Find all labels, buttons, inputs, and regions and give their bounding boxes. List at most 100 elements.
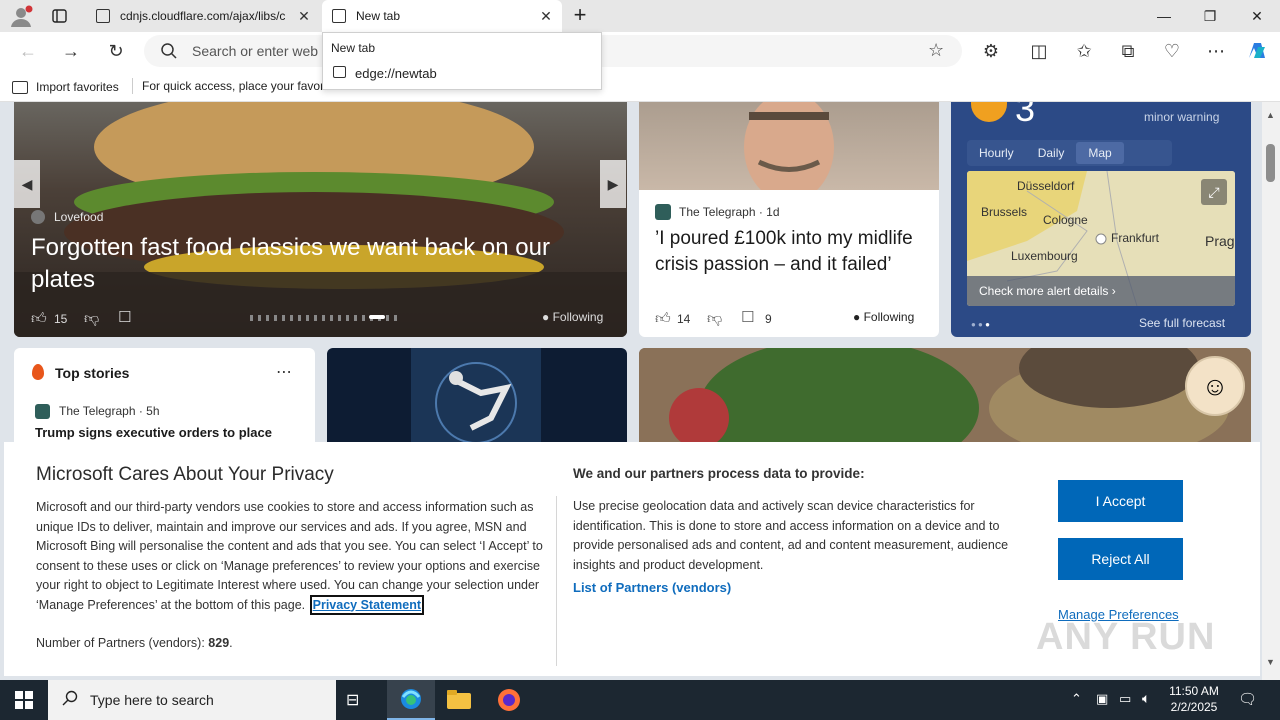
map-city: Luxembourg bbox=[1011, 249, 1078, 263]
source-logo bbox=[31, 210, 45, 224]
extensions-icon[interactable]: ⚙ bbox=[976, 36, 1006, 66]
split-screen-icon[interactable]: ◫ bbox=[1024, 36, 1054, 66]
like-icon[interactable]: 👍︎ bbox=[31, 310, 47, 328]
clock[interactable]: 11:50 AM 2/2/2025 bbox=[1166, 683, 1222, 715]
data-purpose-title: We and our partners process data to prov… bbox=[573, 466, 865, 481]
hero-like-count: 15 bbox=[54, 312, 68, 326]
tab-actions-icon[interactable] bbox=[50, 7, 70, 25]
like-icon[interactable]: 👍︎ bbox=[655, 310, 671, 328]
anyrun-watermark: ANY RUN bbox=[1036, 616, 1216, 658]
dislike-icon[interactable]: 👎︎ bbox=[707, 310, 722, 328]
collections-icon[interactable]: ⧉ bbox=[1113, 36, 1143, 66]
top-story-headline[interactable]: Trump signs executive orders to place bbox=[35, 425, 305, 440]
alert-details-label: Check more alert details bbox=[979, 284, 1109, 298]
restore-icon[interactable]: ❐ bbox=[1187, 0, 1233, 32]
copilot-icon[interactable] bbox=[1245, 40, 1269, 62]
dropdown-header: New tab bbox=[331, 41, 376, 55]
taskbar-search-box[interactable]: Type here to search bbox=[48, 680, 336, 720]
network-icon[interactable]: ▭ bbox=[1119, 691, 1131, 707]
refresh-icon[interactable]: ↻ bbox=[101, 36, 131, 66]
show-hidden-icons[interactable]: ⌃ bbox=[1071, 691, 1082, 707]
comment-icon[interactable]: ☐ bbox=[741, 308, 754, 326]
map-city: Düsseldorf bbox=[1017, 179, 1075, 193]
weather-tabs: Hourly Daily Map bbox=[967, 140, 1172, 166]
story-card[interactable]: The Telegraph · 1d ’I poured £100k into … bbox=[639, 102, 939, 337]
hero-source: Lovefood bbox=[54, 210, 104, 224]
favorites-bar: Import favorites For quick access, place… bbox=[0, 70, 1280, 102]
check-circle-icon: ● bbox=[853, 310, 861, 324]
privacy-consent-banner: Microsoft Cares About Your Privacy Micro… bbox=[4, 442, 1260, 676]
scroll-down-icon[interactable]: ▼ bbox=[1266, 657, 1275, 667]
address-input[interactable]: Search or enter web bbox=[192, 43, 318, 59]
tab-map[interactable]: Map bbox=[1076, 142, 1124, 164]
chef-avatar[interactable]: ☺ bbox=[1185, 356, 1245, 416]
file-explorer-icon[interactable] bbox=[447, 690, 471, 710]
top-stories-title: Top stories bbox=[55, 365, 130, 381]
more-menu-icon[interactable]: ⋯ bbox=[1201, 36, 1231, 66]
alert-details-link[interactable]: Check more alert details › bbox=[967, 276, 1235, 306]
close-tab-icon[interactable]: ✕ bbox=[536, 8, 556, 25]
more-options-icon[interactable]: ⋯ bbox=[276, 362, 292, 382]
map-city: Cologne bbox=[1043, 213, 1088, 227]
telegraph-logo bbox=[655, 204, 671, 220]
tab-cdnjs[interactable]: cdnjs.cloudflare.com/ajax/libs/c ✕ bbox=[86, 0, 320, 32]
partners-count-row: Number of Partners (vendors): 829. bbox=[36, 634, 233, 654]
carousel-prev-button[interactable]: ◀ bbox=[14, 160, 40, 208]
reject-all-button[interactable]: Reject All bbox=[1058, 538, 1183, 580]
favorites-hint: For quick access, place your favori bbox=[142, 79, 327, 93]
page-icon bbox=[96, 9, 110, 23]
import-favorites-button[interactable]: Import favorites bbox=[12, 78, 119, 96]
favorite-star-icon[interactable]: ☆ bbox=[928, 40, 944, 61]
story-following[interactable]: ● Following bbox=[853, 310, 914, 324]
page-icon bbox=[333, 66, 346, 78]
story-like-count: 14 bbox=[677, 312, 691, 326]
tab-daily[interactable]: Daily bbox=[1026, 146, 1077, 160]
start-button[interactable] bbox=[0, 680, 48, 720]
weather-temp: 3 bbox=[1015, 102, 1036, 129]
full-forecast-link[interactable]: See full forecast bbox=[1139, 316, 1225, 330]
volume-icon[interactable]: 🔈︎ bbox=[1142, 690, 1150, 707]
scroll-up-icon[interactable]: ▲ bbox=[1266, 110, 1275, 120]
expand-icon[interactable]: ⤢ bbox=[1201, 179, 1227, 205]
clock-time: 11:50 AM bbox=[1169, 684, 1219, 698]
consent-divider bbox=[556, 496, 557, 666]
device-icon[interactable]: ▣ bbox=[1096, 691, 1108, 707]
consent-body-text: Microsoft and our third-party vendors us… bbox=[36, 500, 543, 612]
forward-icon[interactable]: → bbox=[56, 36, 86, 66]
story-headline[interactable]: ’I poured £100k into my midlife crisis p… bbox=[655, 226, 925, 278]
hero-card[interactable]: ◀ ▶ Lovefood Forgotten fast food classic… bbox=[14, 102, 627, 337]
firefox-icon[interactable] bbox=[497, 688, 521, 712]
vendors-list-link[interactable]: List of Partners (vendors) bbox=[573, 580, 731, 595]
chevron-right-icon: › bbox=[1111, 284, 1116, 298]
accept-button[interactable]: I Accept bbox=[1058, 480, 1183, 522]
notifications-icon[interactable]: 🗨︎ bbox=[1238, 690, 1257, 708]
comment-icon[interactable]: ☐ bbox=[118, 308, 131, 326]
carousel-next-button[interactable]: ▶ bbox=[600, 160, 626, 208]
edge-taskbar-icon[interactable] bbox=[387, 680, 435, 720]
privacy-statement-link[interactable]: Privacy Statement bbox=[309, 594, 425, 615]
close-window-icon[interactable]: ✕ bbox=[1234, 0, 1280, 32]
hero-headline[interactable]: Forgotten fast food classics we want bac… bbox=[31, 232, 591, 296]
weather-map[interactable]: Düsseldorf Brussels Cologne Frankfurt Pr… bbox=[967, 171, 1235, 306]
minimize-icon[interactable]: — bbox=[1141, 0, 1187, 32]
tab-hourly[interactable]: Hourly bbox=[967, 146, 1026, 160]
task-view-icon[interactable]: ⊟ bbox=[346, 690, 359, 710]
scroll-thumb[interactable] bbox=[1266, 144, 1275, 182]
page-scrollbar[interactable]: ▲ ▼ bbox=[1262, 102, 1280, 680]
weather-warning[interactable]: minor warning bbox=[1144, 110, 1219, 124]
dislike-icon[interactable]: 👎︎ bbox=[84, 310, 99, 328]
weather-card[interactable]: 3 minor warning Hourly Daily Map Düsseld… bbox=[951, 102, 1251, 337]
weather-dots[interactable]: ● ● ● bbox=[971, 320, 990, 329]
favorites-icon[interactable]: ✩ bbox=[1069, 36, 1099, 66]
suggestion-item[interactable]: edge://newtab bbox=[323, 63, 601, 87]
hero-following[interactable]: ● Following bbox=[542, 310, 603, 324]
tab-new-tab[interactable]: New tab ✕ bbox=[322, 0, 562, 32]
profile-icon[interactable] bbox=[8, 4, 34, 28]
browser-essentials-icon[interactable]: ♡ bbox=[1157, 36, 1187, 66]
new-tab-icon[interactable]: + bbox=[568, 4, 592, 28]
search-icon bbox=[62, 690, 78, 711]
close-tab-icon[interactable]: ✕ bbox=[294, 8, 314, 25]
search-icon bbox=[160, 42, 178, 60]
import-favorites-label: Import favorites bbox=[36, 80, 119, 94]
back-icon[interactable]: ← bbox=[13, 36, 43, 66]
